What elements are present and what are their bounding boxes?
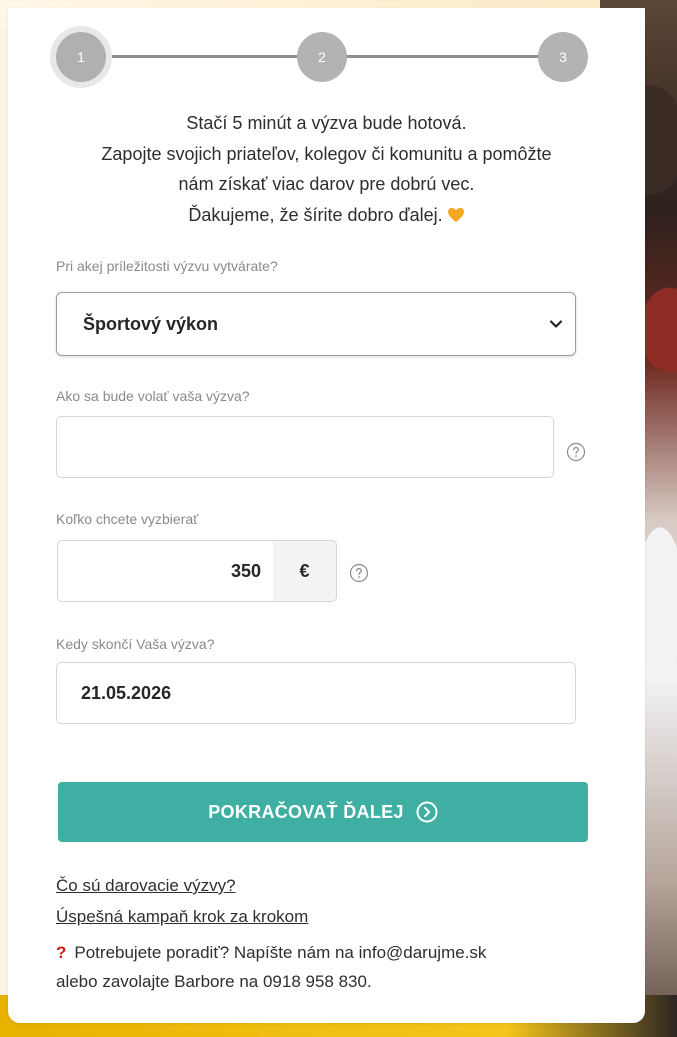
intro-line-4: Ďakujeme, že šírite dobro ďalej. xyxy=(8,200,645,231)
step-3: 3 xyxy=(538,32,588,82)
intro-line-3: nám získať viac darov pre dobrú vec. xyxy=(178,174,475,194)
step-2: 2 xyxy=(297,32,347,82)
intro-line-2: Zapojte svojich priateľov, kolegov či ko… xyxy=(101,143,552,164)
continue-button-label: POKRAČOVAŤ ĎALEJ xyxy=(208,801,404,822)
currency-addon: € xyxy=(273,540,337,602)
arrow-right-circle-icon xyxy=(416,801,438,823)
help-line-2: alebo zavolajte Barbore na 0918 958 830. xyxy=(56,972,372,991)
challenge-name-input[interactable] xyxy=(56,416,554,478)
help-text: ? Potrebujete poradiť? Napíšte nám na inf… xyxy=(56,938,616,996)
continue-button[interactable]: POKRAČOVAŤ ĎALEJ xyxy=(58,782,588,842)
step-connector xyxy=(346,55,542,58)
goal-amount-input[interactable]: 350 xyxy=(57,540,274,602)
heart-icon xyxy=(447,207,464,222)
question-mark-icon: ? xyxy=(56,943,67,962)
help-circle-icon[interactable] xyxy=(566,442,586,462)
step-1: 1 xyxy=(56,32,106,82)
occasion-select[interactable]: Športový výkon xyxy=(56,292,576,356)
help-circle-icon[interactable] xyxy=(349,563,369,583)
step-connector xyxy=(104,55,302,58)
intro-line-1: Stačí 5 minút a výzva bude hotová. xyxy=(186,113,467,133)
chevron-down-icon xyxy=(549,320,563,328)
success-campaign-link[interactable]: Úspešná kampaň krok za krokom xyxy=(56,907,308,927)
occasion-selected-value: Športový výkon xyxy=(83,313,219,334)
end-date-input[interactable]: 21.05.2026 xyxy=(56,662,576,724)
what-are-challenges-link[interactable]: Čo sú darovacie výzvy? xyxy=(56,876,236,896)
goal-label: Koľko chcete vyzbierať xyxy=(56,511,199,527)
progress-stepper: 1 2 3 xyxy=(56,32,590,82)
end-date-label: Kedy skončí Vaša výzva? xyxy=(56,636,215,652)
help-line-1: ? Potrebujete poradiť? Napíšte nám na inf… xyxy=(56,938,616,967)
intro-text: Stačí 5 minút a výzva bude hotová. Zapoj… xyxy=(8,108,645,230)
help-line-1-text: Potrebujete poradiť? Napíšte nám na info… xyxy=(74,943,487,962)
occasion-label: Pri akej príležitosti výzvu vytvárate? xyxy=(56,258,278,274)
intro-line-4-text: Ďakujeme, že šírite dobro ďalej. xyxy=(188,204,443,225)
name-label: Ako sa bude volať vaša výzva? xyxy=(56,388,250,404)
